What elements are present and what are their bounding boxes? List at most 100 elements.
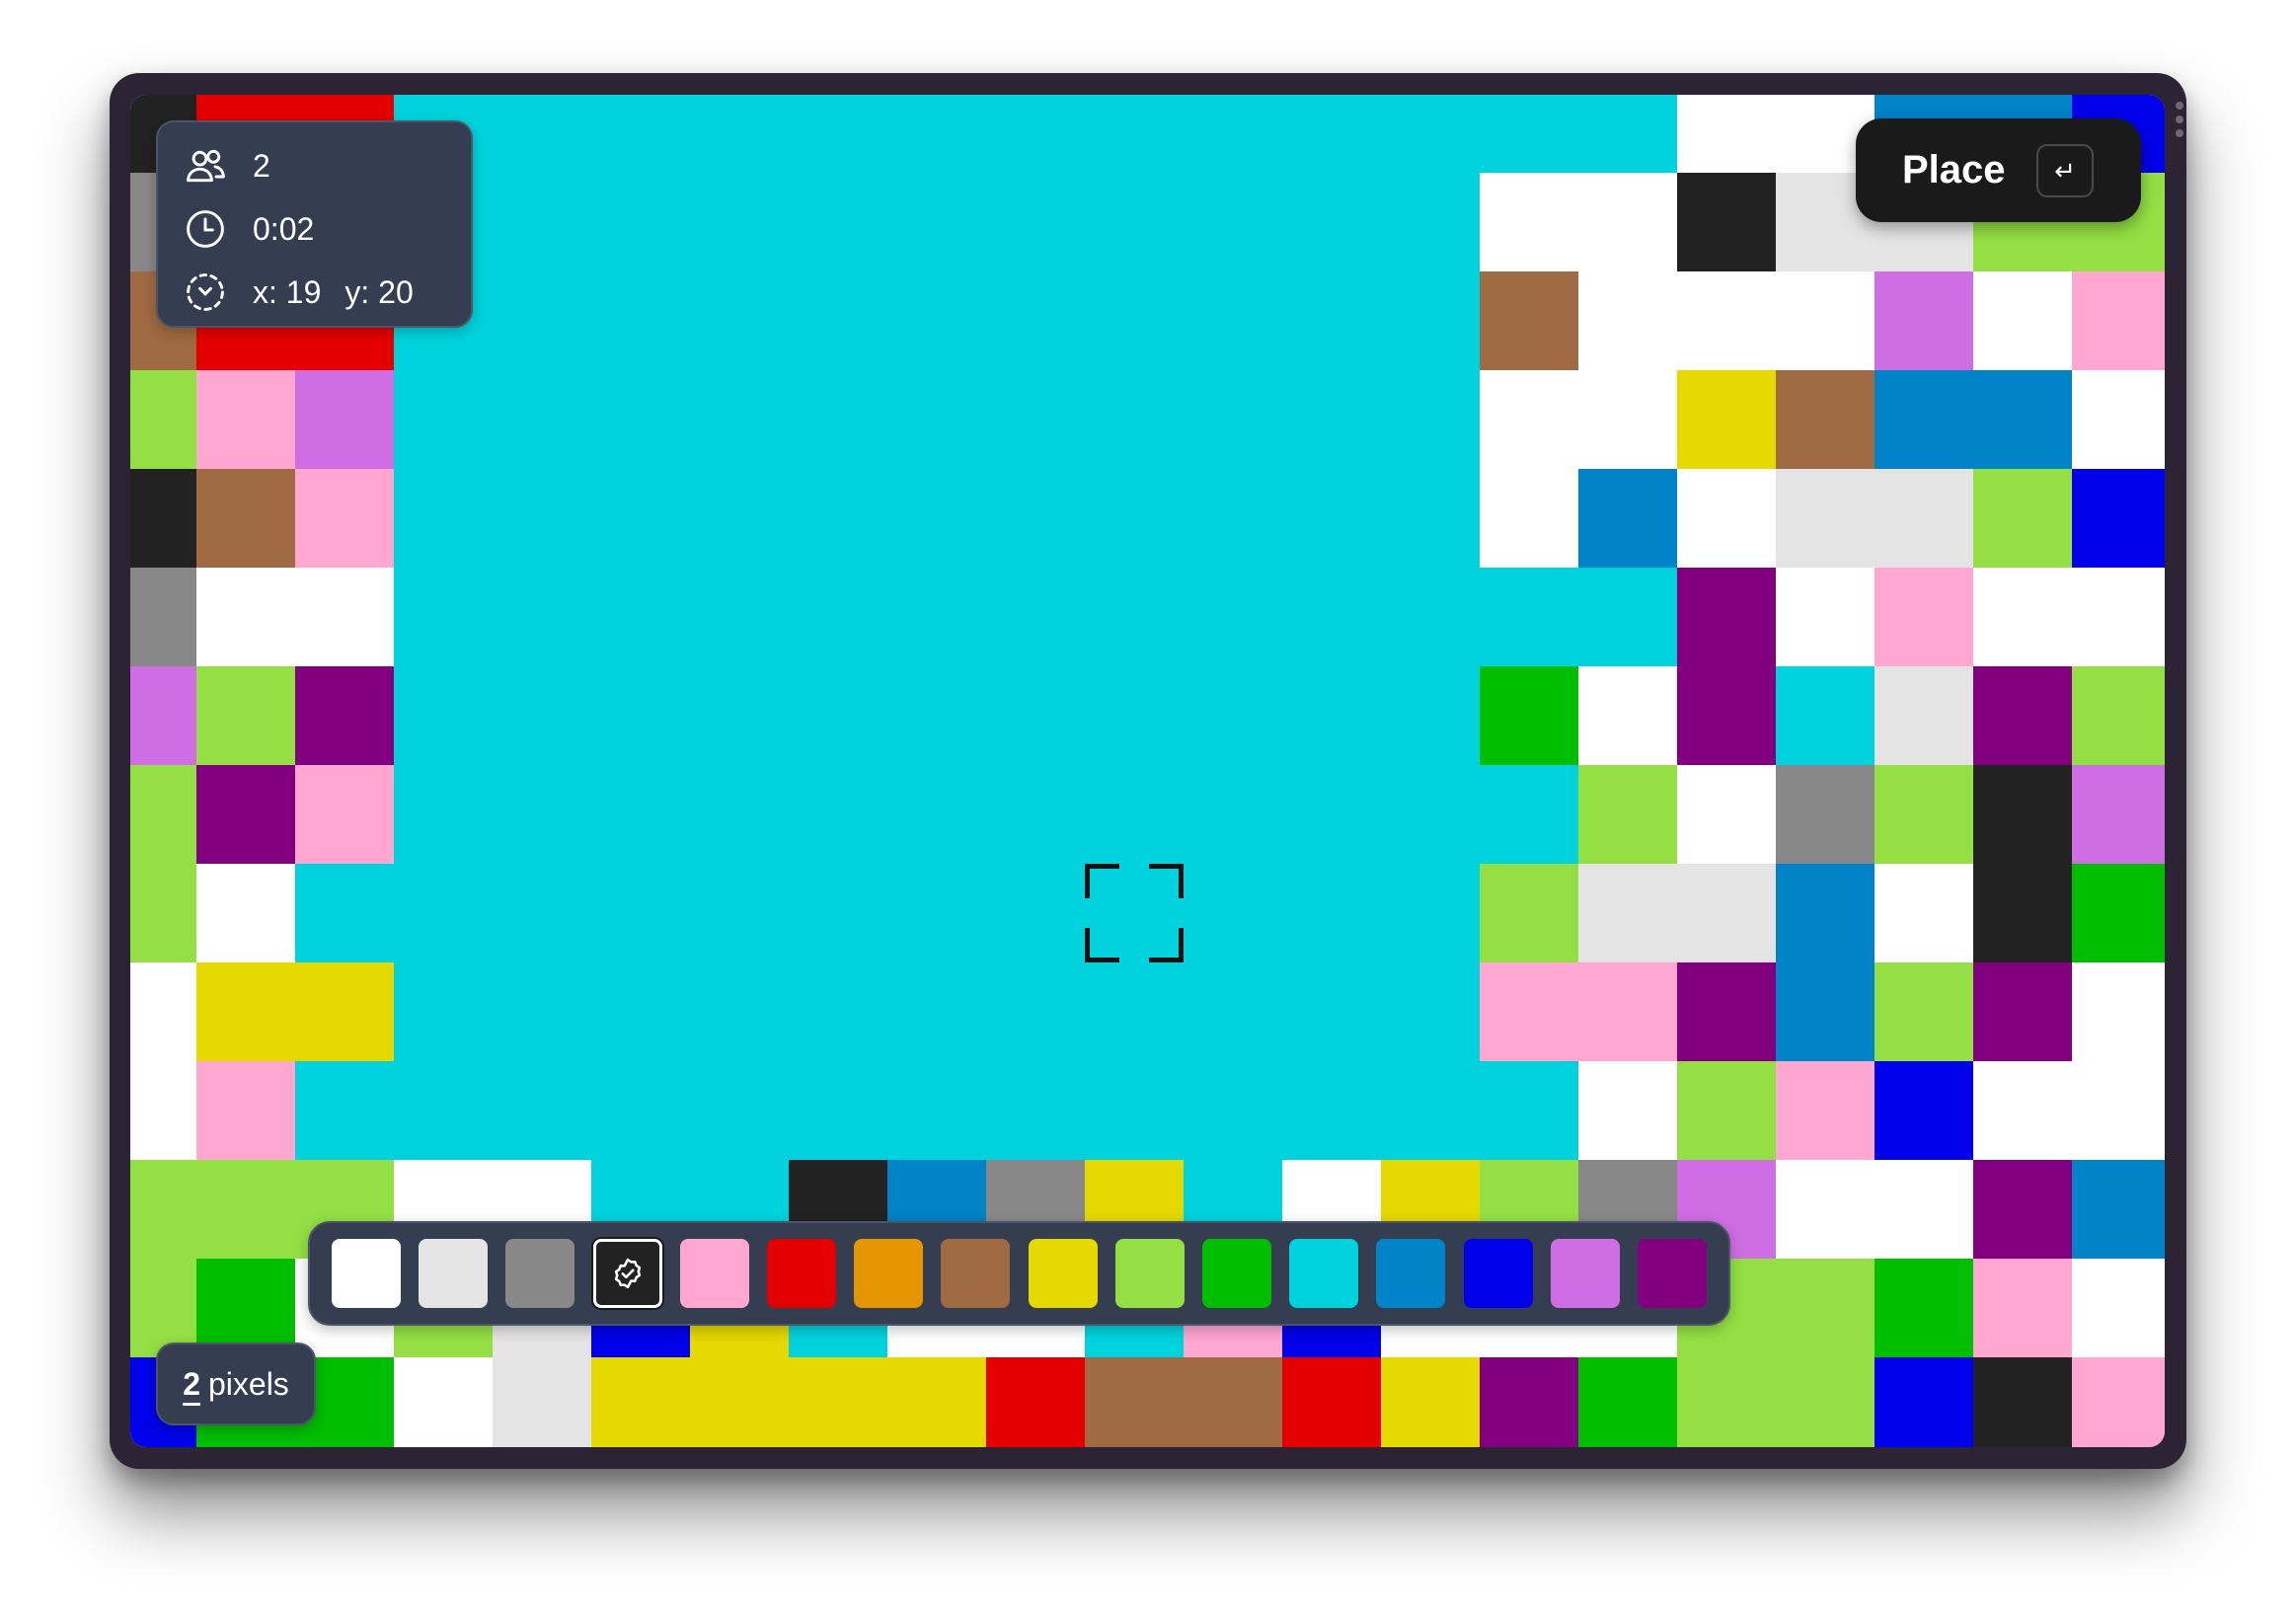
pixel-cell[interactable] xyxy=(1677,95,1777,174)
pixel-cell[interactable] xyxy=(196,666,296,766)
pixel-cell[interactable] xyxy=(1578,271,1678,371)
pixel-cell[interactable] xyxy=(1875,666,1974,766)
pixel-cell[interactable] xyxy=(986,864,1086,963)
pixel-cell[interactable] xyxy=(690,1061,790,1161)
pixel-cell[interactable] xyxy=(196,1160,296,1260)
pixel-cell[interactable] xyxy=(493,370,592,470)
pixel-cell[interactable] xyxy=(196,962,296,1062)
pixel-cell[interactable] xyxy=(986,271,1086,371)
color-swatch[interactable] xyxy=(1376,1239,1446,1308)
pixel-cell[interactable] xyxy=(690,173,790,272)
pixel-cell[interactable] xyxy=(1085,962,1185,1062)
pixel-cell[interactable] xyxy=(1677,1061,1777,1161)
pixel-cell[interactable] xyxy=(1381,271,1481,371)
pixel-cell[interactable] xyxy=(295,666,395,766)
pixel-cell[interactable] xyxy=(130,864,197,963)
pixel-cell[interactable] xyxy=(1677,962,1777,1062)
pixel-cell[interactable] xyxy=(1875,370,1974,470)
pixel-cell[interactable] xyxy=(394,469,494,569)
pixel-cell[interactable] xyxy=(591,1357,691,1447)
pixel-cell[interactable] xyxy=(2072,1061,2165,1161)
pixel-cell[interactable] xyxy=(1677,173,1777,272)
pixel-cell[interactable] xyxy=(1677,271,1777,371)
pixel-cell[interactable] xyxy=(2072,962,2165,1062)
pixel-cell[interactable] xyxy=(1973,666,2073,766)
pixel-cell[interactable] xyxy=(1085,271,1185,371)
pixel-cell[interactable] xyxy=(1677,765,1777,865)
pixel-cell[interactable] xyxy=(130,469,197,569)
pixel-cell[interactable] xyxy=(1184,370,1283,470)
pixel-cell[interactable] xyxy=(1776,469,1875,569)
color-swatch[interactable] xyxy=(505,1239,575,1308)
pixel-cell[interactable] xyxy=(591,469,691,569)
pixel-cell[interactable] xyxy=(1875,765,1974,865)
pixel-cell[interactable] xyxy=(1184,1061,1283,1161)
pixel-cell[interactable] xyxy=(789,370,888,470)
pixel-cell[interactable] xyxy=(887,568,987,667)
pixel-cell[interactable] xyxy=(1480,1061,1579,1161)
pixel-cell[interactable] xyxy=(986,370,1086,470)
pixel-cell[interactable] xyxy=(690,864,790,963)
color-swatch[interactable] xyxy=(332,1239,401,1308)
color-swatch[interactable] xyxy=(941,1239,1011,1308)
pixel-cell[interactable] xyxy=(1184,568,1283,667)
pixel-cell[interactable] xyxy=(295,370,395,470)
pixel-cell[interactable] xyxy=(2072,568,2165,667)
pixel-cell[interactable] xyxy=(690,666,790,766)
pixel-cell[interactable] xyxy=(295,864,395,963)
pixel-cell[interactable] xyxy=(1085,95,1185,174)
pixel-cell[interactable] xyxy=(1776,568,1875,667)
pixel-cell[interactable] xyxy=(887,469,987,569)
pixel-cell[interactable] xyxy=(1381,765,1481,865)
pixel-cell[interactable] xyxy=(196,568,296,667)
pixel-cell[interactable] xyxy=(2072,666,2165,766)
pixel-cell[interactable] xyxy=(1875,469,1974,569)
pixel-cell[interactable] xyxy=(1776,271,1875,371)
pixel-cell[interactable] xyxy=(591,370,691,470)
pixel-cell[interactable] xyxy=(591,95,691,174)
pixel-cell[interactable] xyxy=(1578,95,1678,174)
pixel-cell[interactable] xyxy=(493,765,592,865)
pixel-cell[interactable] xyxy=(394,1357,494,1447)
pixel-cell[interactable] xyxy=(690,1357,790,1447)
pixel-cell[interactable] xyxy=(887,95,987,174)
pixel-cell[interactable] xyxy=(1973,1061,2073,1161)
pixel-cell[interactable] xyxy=(493,568,592,667)
pixel-cell[interactable] xyxy=(1184,271,1283,371)
pixel-cell[interactable] xyxy=(1578,370,1678,470)
pixel-cell[interactable] xyxy=(591,271,691,371)
pixel-cell[interactable] xyxy=(887,666,987,766)
pixel-cell[interactable] xyxy=(1973,271,2073,371)
window-handle-icon[interactable] xyxy=(2176,102,2184,143)
pixel-cell[interactable] xyxy=(2072,469,2165,569)
pixel-cell[interactable] xyxy=(1578,864,1678,963)
pixel-cell[interactable] xyxy=(986,173,1086,272)
pixel-cell[interactable] xyxy=(1677,864,1777,963)
pixel-cell[interactable] xyxy=(1776,1061,1875,1161)
pixel-cell[interactable] xyxy=(591,1061,691,1161)
pixel-cell[interactable] xyxy=(1282,1357,1382,1447)
pixel-cell[interactable] xyxy=(493,1061,592,1161)
pixel-cell[interactable] xyxy=(1480,765,1579,865)
pixel-cell[interactable] xyxy=(690,370,790,470)
pixel-cell[interactable] xyxy=(1875,864,1974,963)
pixel-cell[interactable] xyxy=(1480,370,1579,470)
pixel-cell[interactable] xyxy=(493,95,592,174)
pixel-cell[interactable] xyxy=(1875,962,1974,1062)
pixel-cell[interactable] xyxy=(1875,1259,1974,1358)
pixel-cell[interactable] xyxy=(1282,666,1382,766)
pixel-cell[interactable] xyxy=(130,962,197,1062)
pixel-cell[interactable] xyxy=(295,1061,395,1161)
pixel-cell[interactable] xyxy=(130,1061,197,1161)
pixel-cell[interactable] xyxy=(986,1061,1086,1161)
pixel-cell[interactable] xyxy=(1480,864,1579,963)
pixel-cell[interactable] xyxy=(789,962,888,1062)
pixel-cell[interactable] xyxy=(1282,1061,1382,1161)
pixel-cell[interactable] xyxy=(493,666,592,766)
pixel-cell[interactable] xyxy=(394,962,494,1062)
pixel-cell[interactable] xyxy=(493,173,592,272)
placement-cursor[interactable] xyxy=(1085,864,1184,962)
pixel-cell[interactable] xyxy=(986,568,1086,667)
pixel-cell[interactable] xyxy=(1282,370,1382,470)
color-swatch[interactable] xyxy=(1463,1239,1533,1308)
